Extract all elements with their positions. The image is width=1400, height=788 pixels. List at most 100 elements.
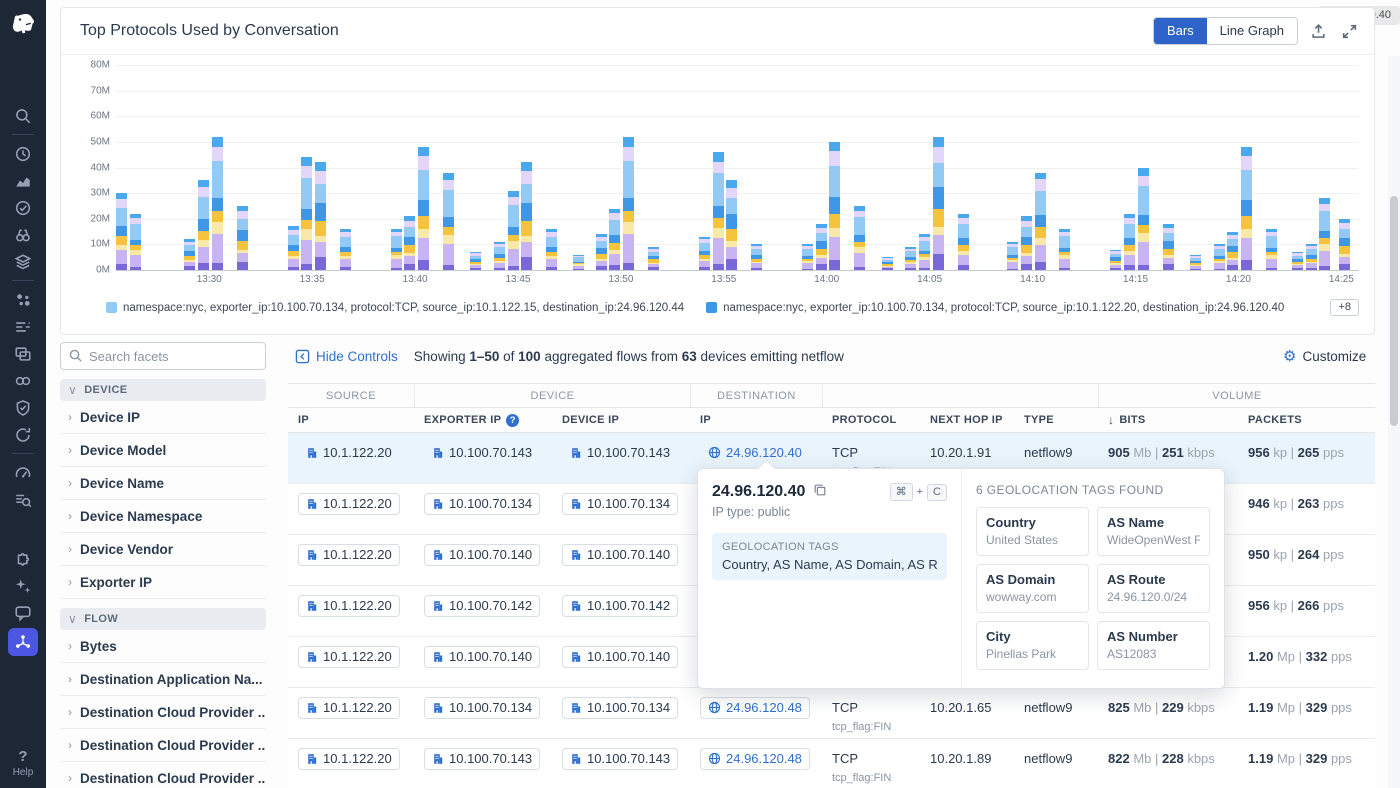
stacked-bar[interactable] — [751, 244, 762, 270]
facet-item[interactable]: ›Device Namespace — [60, 500, 266, 533]
page-scrollbar-track[interactable] — [1388, 56, 1400, 788]
geolocation-tag-card[interactable]: CountryUnited States — [976, 507, 1089, 556]
infrastructure-layers-icon[interactable] — [9, 248, 37, 275]
fullscreen-icon[interactable] — [1339, 21, 1360, 42]
table-row[interactable]: 10.1.122.2010.100.70.14310.100.70.14324.… — [288, 739, 1375, 788]
facet-group-header-device[interactable]: ∨DEVICE — [60, 379, 266, 401]
stacked-bar[interactable] — [1110, 250, 1121, 271]
column-header-protocol[interactable]: PROTOCOL — [822, 408, 920, 432]
page-scrollbar-thumb[interactable] — [1390, 196, 1398, 426]
security-shield-icon[interactable] — [9, 394, 37, 421]
stacked-bar[interactable] — [184, 239, 195, 270]
source-ip-chip[interactable]: 10.1.122.20 — [298, 544, 400, 566]
customize-button[interactable]: ⚙ Customize — [1283, 349, 1366, 364]
stacked-bar[interactable] — [1214, 244, 1225, 270]
stacked-bar[interactable] — [212, 137, 223, 270]
facet-item[interactable]: ›Bytes — [60, 630, 266, 663]
bits-ai-sparkles-icon[interactable] — [9, 572, 37, 599]
stacked-bar[interactable] — [288, 226, 299, 270]
export-icon[interactable] — [1308, 21, 1329, 42]
geolocation-tag-card[interactable]: CityPinellas Park — [976, 621, 1089, 670]
column-header-ip[interactable]: IP — [690, 408, 822, 432]
stacked-bar[interactable] — [315, 162, 326, 270]
exporter-ip-chip[interactable]: 10.100.70.143 — [424, 442, 540, 464]
stacked-bar[interactable] — [1163, 224, 1174, 270]
stacked-bar[interactable] — [546, 229, 557, 270]
column-header-next-hop-ip[interactable]: NEXT HOP IP — [920, 408, 1014, 432]
legend-item[interactable]: namespace:nyc, exporter_ip:10.100.70.134… — [106, 302, 684, 314]
exporter-ip-chip[interactable]: 10.100.70.134 — [424, 697, 540, 719]
facet-item[interactable]: ›Destination Cloud Provider ... — [60, 696, 266, 729]
integrations-puzzle-icon[interactable] — [9, 545, 37, 572]
stacked-bar[interactable] — [1241, 147, 1252, 270]
device-ip-chip[interactable]: 10.100.70.143 — [562, 748, 678, 770]
exporter-ip-chip[interactable]: 10.100.70.140 — [424, 646, 540, 668]
search-facets-input[interactable] — [60, 342, 266, 370]
geolocation-tag-card[interactable]: AS NameWideOpenWest Fin... — [1097, 507, 1210, 556]
stacked-bar[interactable] — [130, 214, 141, 270]
facet-group-header-flow[interactable]: ∨FLOW — [60, 608, 266, 630]
stacked-bar[interactable] — [882, 257, 893, 270]
stacked-bar[interactable] — [470, 252, 481, 270]
stacked-bar[interactable] — [1035, 173, 1046, 270]
stacked-bar[interactable] — [905, 247, 916, 270]
device-ip-chip[interactable]: 10.100.70.134 — [562, 493, 678, 515]
stacked-bar[interactable] — [1319, 198, 1330, 270]
stacked-bar[interactable] — [508, 191, 519, 270]
stacked-bar[interactable] — [802, 244, 813, 270]
facet-item[interactable]: ›Device Vendor — [60, 533, 266, 566]
column-header-device-ip[interactable]: DEVICE IP — [552, 408, 690, 432]
stacked-bar[interactable] — [933, 137, 944, 270]
metrics-stream-icon[interactable] — [9, 313, 37, 340]
stacked-bar[interactable] — [301, 157, 312, 270]
hide-controls-button[interactable]: Hide Controls — [295, 349, 398, 364]
column-header-exporter-ip[interactable]: EXPORTER IP? — [414, 408, 552, 432]
stacked-bar[interactable] — [1227, 232, 1238, 270]
column-header-bits[interactable]: ↓BITS — [1098, 408, 1238, 432]
copilot-chat-icon[interactable] — [9, 599, 37, 626]
stacked-bar[interactable] — [340, 229, 351, 270]
facet-item[interactable]: ›Device Name — [60, 467, 266, 500]
stacked-bar[interactable] — [1266, 229, 1277, 270]
facet-item[interactable]: ›Destination Application Na... — [60, 663, 266, 696]
facet-item[interactable]: ›Device IP — [60, 401, 266, 434]
stacked-bar[interactable] — [958, 214, 969, 270]
destination-ip-chip[interactable]: 24.96.120.40 — [700, 442, 810, 464]
synthetics-refresh-icon[interactable] — [9, 421, 37, 448]
destination-ip-chip[interactable]: 24.96.120.48 — [700, 697, 810, 719]
stacked-bar[interactable] — [573, 255, 584, 270]
stacked-bar[interactable] — [418, 147, 429, 270]
source-ip-chip[interactable]: 10.1.122.20 — [298, 697, 400, 719]
copy-icon[interactable] — [813, 483, 827, 497]
source-ip-chip[interactable]: 10.1.122.20 — [298, 493, 400, 515]
facet-item[interactable]: ›Device Model — [60, 434, 266, 467]
help-circle-icon[interactable]: ? — [506, 414, 519, 427]
column-header-packets[interactable]: PACKETS — [1238, 408, 1375, 432]
geolocation-tags-menu-item[interactable]: GEOLOCATION TAGS Country, AS Name, AS Do… — [712, 533, 947, 580]
facet-item[interactable]: ›Exporter IP — [60, 566, 266, 599]
stacked-bar[interactable] — [816, 224, 827, 270]
stacked-bar[interactable] — [1306, 244, 1317, 270]
stacked-bar[interactable] — [1190, 255, 1201, 270]
search-icon[interactable] — [9, 102, 37, 129]
stacked-bar[interactable] — [919, 234, 930, 270]
geolocation-tag-card[interactable]: AS Domainwowway.com — [976, 564, 1089, 613]
stacked-bar[interactable] — [648, 247, 659, 270]
stacked-bar[interactable] — [443, 173, 454, 270]
stacked-bar[interactable] — [521, 162, 532, 270]
device-ip-chip[interactable]: 10.100.70.140 — [562, 646, 678, 668]
source-ip-chip[interactable]: 10.1.122.20 — [298, 442, 400, 464]
exporter-ip-chip[interactable]: 10.100.70.134 — [424, 493, 540, 515]
stacked-bar[interactable] — [1292, 252, 1303, 270]
source-ip-chip[interactable]: 10.1.122.20 — [298, 748, 400, 770]
exporter-ip-chip[interactable]: 10.100.70.142 — [424, 595, 540, 617]
network-monitoring-icon[interactable] — [8, 628, 38, 656]
geolocation-tag-card[interactable]: AS NumberAS12083 — [1097, 621, 1210, 670]
device-ip-chip[interactable]: 10.100.70.134 — [562, 697, 678, 719]
stacked-bar[interactable] — [1339, 219, 1350, 270]
dashboards-icon[interactable] — [9, 167, 37, 194]
stacked-bar[interactable] — [1124, 214, 1135, 270]
geolocation-tag-card[interactable]: AS Route24.96.120.0/24 — [1097, 564, 1210, 613]
legend-more-badge[interactable]: +8 — [1330, 299, 1359, 316]
stacked-bar[interactable] — [1007, 242, 1018, 270]
